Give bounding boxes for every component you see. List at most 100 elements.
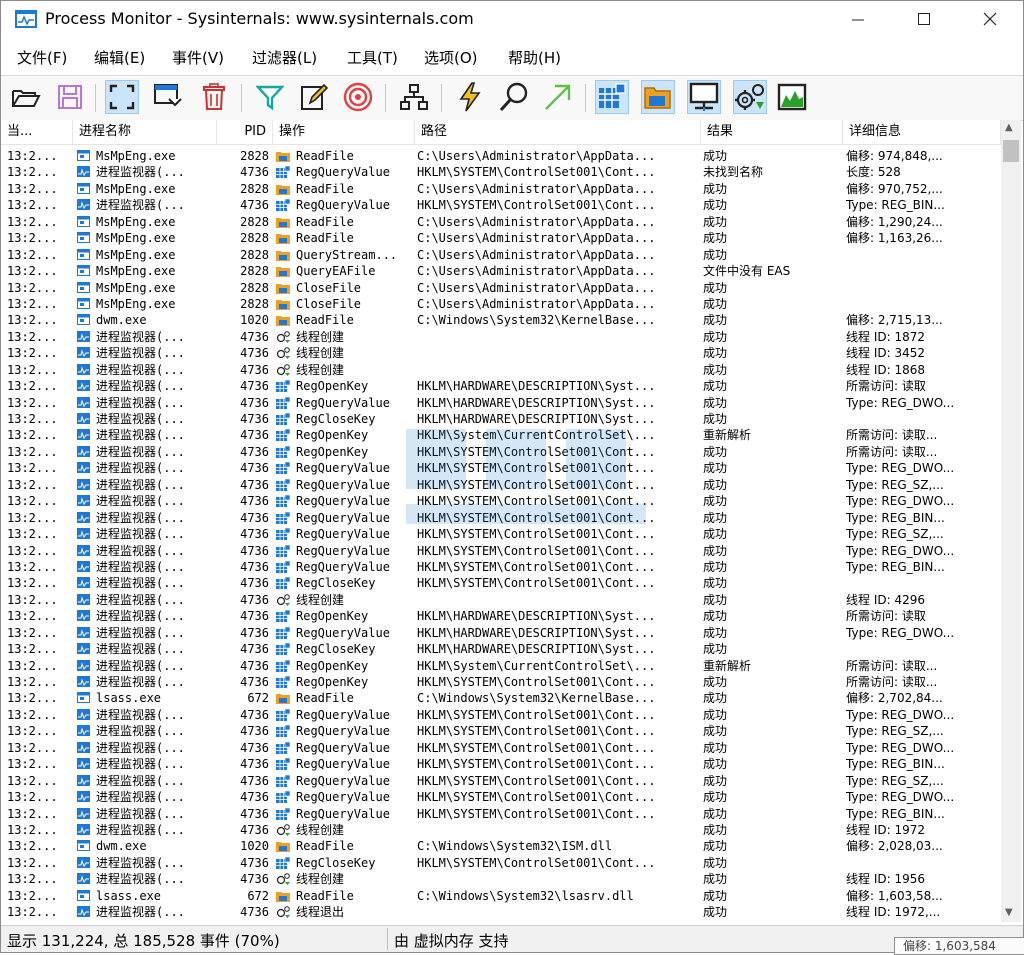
close-button[interactable] (967, 1, 1013, 37)
show-process-button[interactable] (733, 80, 767, 114)
table-row[interactable]: 13:2... 进程监视器(... 4736 RegQueryValue HKLM\SY… (1, 559, 1001, 575)
table-row[interactable]: 13:2... 进程监视器(... 4736 RegCloseKey HKLM\HARD… (1, 411, 1001, 427)
table-row[interactable]: 13:2... 进程监视器(... 4736 RegCloseKey HKLM\SYST… (1, 575, 1001, 591)
table-row[interactable]: 13:2... lsass.exe 672 ReadFile C:\Windows\Sy… (1, 690, 1001, 706)
menu-tools[interactable]: 工具(T) (347, 47, 398, 68)
table-row[interactable]: 13:2... MsMpEng.exe 2828 QueryEAFile C:\User… (1, 263, 1001, 279)
cell-operation: RegQueryValue (276, 493, 411, 509)
table-row[interactable]: 13:2... 进程监视器(... 4736 RegQueryValue HKLM\HA… (1, 395, 1001, 411)
table-row[interactable]: 13:2... dwm.exe 1020 ReadFile C:\Windows\Sys… (1, 838, 1001, 854)
cell-operation-name: CloseFile (296, 280, 362, 295)
cell-process-name: MsMpEng.exe (96, 296, 176, 311)
scroll-thumb[interactable] (1003, 140, 1019, 162)
table-row[interactable]: 13:2... 进程监视器(... 4736 RegQueryValue HKLM\SY… (1, 510, 1001, 526)
table-row[interactable]: 13:2... 进程监视器(... 4736 RegOpenKey HKLM\SYSTE… (1, 444, 1001, 460)
show-profiling-button[interactable] (775, 80, 809, 114)
table-row[interactable]: 13:2... 进程监视器(... 4736 线程创建 成功 线程 ID: 4296 (1, 592, 1001, 608)
table-row[interactable]: 13:2... 进程监视器(... 4736 RegQueryValue HKLM\SY… (1, 773, 1001, 789)
save-button[interactable] (53, 80, 87, 114)
table-row[interactable]: 13:2... 进程监视器(... 4736 RegQueryValue HKLM\SY… (1, 740, 1001, 756)
table-row[interactable]: 13:2... 进程监视器(... 4736 线程创建 成功 线程 ID: 1972 (1, 822, 1001, 838)
autoscroll-button[interactable] (151, 80, 185, 114)
table-row[interactable]: 13:2... 进程监视器(... 4736 RegOpenKey HKLM\Syste… (1, 658, 1001, 674)
process-tree-button[interactable] (397, 80, 431, 114)
table-row[interactable]: 13:2... 进程监视器(... 4736 RegQueryValue HKLM\SY… (1, 543, 1001, 559)
scroll-down-icon[interactable]: ▼ (1005, 907, 1013, 918)
table-row[interactable]: 13:2... 进程监视器(... 4736 RegOpenKey HKLM\Syste… (1, 427, 1001, 443)
highlight-button[interactable] (297, 80, 331, 114)
table-row[interactable]: 13:2... MsMpEng.exe 2828 ReadFile C:\Users\A… (1, 148, 1001, 164)
table-row[interactable]: 13:2... 进程监视器(... 4736 线程创建 成功 线程 ID: 3452 (1, 345, 1001, 361)
table-row[interactable]: 13:2... 进程监视器(... 4736 RegQueryValue HKLM\SY… (1, 806, 1001, 822)
cell-detail (846, 575, 996, 591)
table-row[interactable]: 13:2... 进程监视器(... 4736 线程创建 成功 线程 ID: 1956 (1, 871, 1001, 887)
clear-button[interactable] (197, 80, 231, 114)
table-row[interactable]: 13:2... 进程监视器(... 4736 RegOpenKey HKLM\SYSTE… (1, 674, 1001, 690)
filter-button[interactable] (253, 80, 287, 114)
table-row[interactable]: 13:2... MsMpEng.exe 2828 ReadFile C:\Users\A… (1, 230, 1001, 246)
maximize-button[interactable] (901, 1, 947, 37)
cell-operation: 线程创建 (276, 345, 411, 361)
find-button[interactable] (497, 80, 531, 114)
vertical-scrollbar[interactable]: ▲ ▼ (1001, 120, 1021, 922)
column-time[interactable]: 当... (1, 120, 73, 144)
menu-help[interactable]: 帮助(H) (508, 47, 561, 68)
table-row[interactable]: 13:2... MsMpEng.exe 2828 ReadFile C:\Users\A… (1, 181, 1001, 197)
menu-edit[interactable]: 编辑(E) (94, 47, 145, 68)
table-row[interactable]: 13:2... MsMpEng.exe 2828 ReadFile C:\Users\A… (1, 214, 1001, 230)
table-row[interactable]: 13:2... 进程监视器(... 4736 RegQueryValue HKLM\SY… (1, 789, 1001, 805)
cell-time: 13:2... (7, 412, 58, 426)
table-row[interactable]: 13:2... MsMpEng.exe 2828 QueryStream... C:\U… (1, 247, 1001, 263)
column-path[interactable]: 路径 (415, 120, 701, 144)
table-row[interactable]: 13:2... 进程监视器(... 4736 RegQueryValue HKLM\HA… (1, 625, 1001, 641)
table-row[interactable]: 13:2... 进程监视器(... 4736 RegOpenKey HKLM\HARDW… (1, 378, 1001, 394)
column-process-name[interactable]: 进程名称 (73, 120, 217, 144)
show-registry-button[interactable] (595, 80, 629, 114)
column-operation[interactable]: 操作 (273, 120, 415, 144)
column-detail[interactable]: 详细信息 (843, 120, 1001, 144)
cell-pid: 1020 (240, 313, 269, 328)
table-row[interactable]: 13:2... 进程监视器(... 4736 RegQueryValue HKLM\SY… (1, 526, 1001, 542)
menu-filter[interactable]: 过滤器(L) (252, 47, 317, 68)
registry-activity-button[interactable] (453, 80, 487, 114)
table-row[interactable]: 13:2... 进程监视器(... 4736 线程退出 成功 线程 ID: 1972,..… (1, 904, 1001, 920)
open-button[interactable] (9, 80, 43, 114)
table-row[interactable]: 13:2... 进程监视器(... 4736 RegQueryValue HKLM\SY… (1, 164, 1001, 180)
show-network-button[interactable] (687, 80, 721, 114)
exe-process-icon (77, 281, 90, 293)
table-row[interactable]: 13:2... MsMpEng.exe 2828 CloseFile C:\Users\… (1, 296, 1001, 312)
table-row[interactable]: 13:2... dwm.exe 1020 ReadFile C:\Windows\Sys… (1, 312, 1001, 328)
target-button[interactable] (341, 80, 375, 114)
menu-options[interactable]: 选项(O) (424, 47, 478, 68)
menu-file[interactable]: 文件(F) (17, 47, 67, 68)
table-row[interactable]: 13:2... 进程监视器(... 4736 RegCloseKey HKLM\SYST… (1, 855, 1001, 871)
table-row[interactable]: 13:2... 进程监视器(... 4736 RegOpenKey HKLM\HARDW… (1, 608, 1001, 624)
table-row[interactable]: 13:2... 进程监视器(... 4736 RegQueryValue HKLM\SY… (1, 756, 1001, 772)
table-row[interactable]: 13:2... 进程监视器(... 4736 RegQueryValue HKLM\SY… (1, 197, 1001, 213)
table-row[interactable]: 13:2... 进程监视器(... 4736 RegQueryValue HKLM\SY… (1, 707, 1001, 723)
table-row[interactable]: 13:2... 进程监视器(... 4736 RegQueryValue HKLM\SY… (1, 460, 1001, 476)
show-process-icon (735, 84, 764, 110)
table-row[interactable]: 13:2... 进程监视器(... 4736 线程创建 成功 线程 ID: 1872 (1, 329, 1001, 345)
table-row[interactable]: 13:2... MsMpEng.exe 2828 CloseFile C:\Users\… (1, 280, 1001, 296)
table-row[interactable]: 13:2... 进程监视器(... 4736 RegQueryValue HKLM\SY… (1, 723, 1001, 739)
table-row[interactable]: 13:2... 进程监视器(... 4736 RegQueryValue HKLM\SY… (1, 477, 1001, 493)
show-filesystem-button[interactable] (641, 80, 675, 114)
menu-event[interactable]: 事件(V) (172, 47, 224, 68)
procmon-process-icon (77, 495, 90, 507)
column-pid[interactable]: PID (217, 120, 273, 144)
cell-path: HKLM\SYSTEM\ControlSet001\Cont... (417, 494, 656, 509)
cell-path: HKLM\SYSTEM\ControlSet001\Cont... (417, 198, 656, 213)
toolbar-separator (241, 84, 242, 112)
table-row[interactable]: 13:2... 进程监视器(... 4736 线程创建 成功 线程 ID: 1868 (1, 362, 1001, 378)
table-row[interactable]: 13:2... 进程监视器(... 4736 RegQueryValue HKLM\SY… (1, 493, 1001, 509)
table-row[interactable]: 13:2... lsass.exe 672 ReadFile C:\Windows\Sy… (1, 888, 1001, 904)
minimize-button[interactable] (835, 1, 881, 37)
scroll-up-icon[interactable]: ▲ (1005, 122, 1013, 133)
capture-button[interactable] (105, 80, 139, 114)
cell-process: MsMpEng.exe (77, 214, 217, 230)
exe-process-icon (77, 150, 90, 161)
jump-to-button[interactable] (541, 80, 575, 114)
column-result[interactable]: 结果 (701, 120, 843, 144)
table-row[interactable]: 13:2... 进程监视器(... 4736 RegCloseKey HKLM\HARD… (1, 641, 1001, 657)
